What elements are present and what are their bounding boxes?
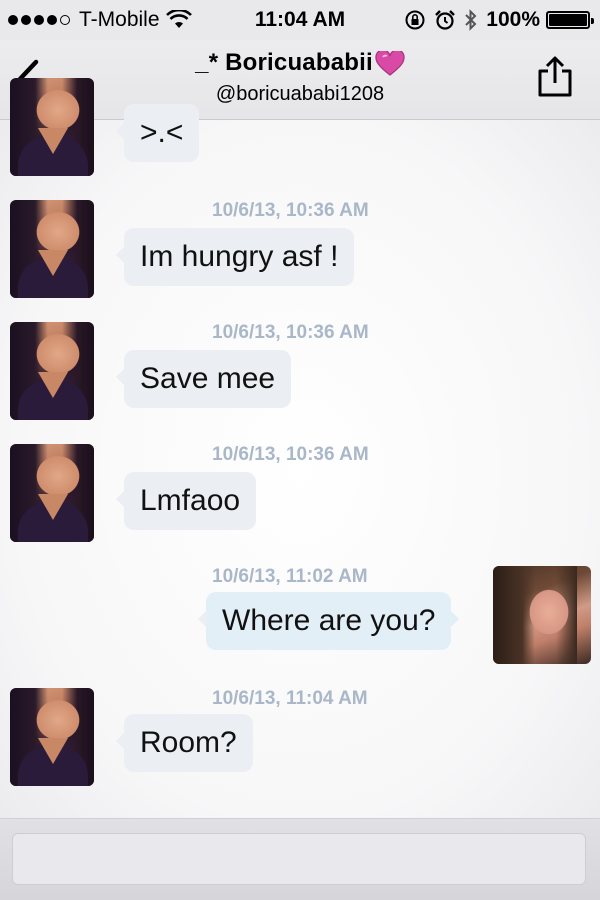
page-title: _* Boricuababii <box>0 49 600 77</box>
message-bubble[interactable]: >.< <box>115 104 200 162</box>
battery-percentage: 100% <box>486 8 540 31</box>
contact-avatar[interactable] <box>10 688 94 786</box>
contact-avatar[interactable] <box>10 78 94 176</box>
rotation-lock-icon <box>405 10 425 30</box>
battery-level-fill <box>549 14 587 26</box>
message-timestamp: 10/6/13, 11:04 AM <box>212 688 368 709</box>
status-right: 100% <box>404 8 594 32</box>
message-input[interactable] <box>12 833 586 885</box>
share-icon[interactable] <box>536 55 574 99</box>
message-bubble[interactable]: Lmfaoo <box>115 472 257 530</box>
battery-icon <box>546 11 594 29</box>
message-bubble[interactable]: Room? <box>116 714 253 772</box>
contact-avatar[interactable] <box>10 444 94 542</box>
message-bubble[interactable]: Im hungry asf ! <box>115 228 355 286</box>
status-bar: T-Mobile 11:04 AM 100% <box>0 0 600 40</box>
contact-avatar[interactable] <box>10 200 94 298</box>
message-bubble-outgoing[interactable]: Where are you? <box>197 592 460 650</box>
contact-name: _* Boricuababii <box>195 49 373 76</box>
message-bubble[interactable]: Save mee <box>115 350 292 408</box>
message-timestamp: 10/6/13, 11:02 AM <box>212 566 368 587</box>
bluetooth-icon <box>465 9 477 31</box>
alarm-icon <box>435 10 456 30</box>
composer-bar <box>0 818 600 900</box>
contact-avatar[interactable] <box>10 322 94 420</box>
my-avatar[interactable] <box>493 566 591 664</box>
message-timestamp: 10/6/13, 10:36 AM <box>212 444 369 465</box>
pink-heart-icon <box>375 50 405 76</box>
message-timestamp: 10/6/13, 10:36 AM <box>212 200 369 221</box>
message-timestamp: 10/6/13, 10:36 AM <box>212 322 369 343</box>
